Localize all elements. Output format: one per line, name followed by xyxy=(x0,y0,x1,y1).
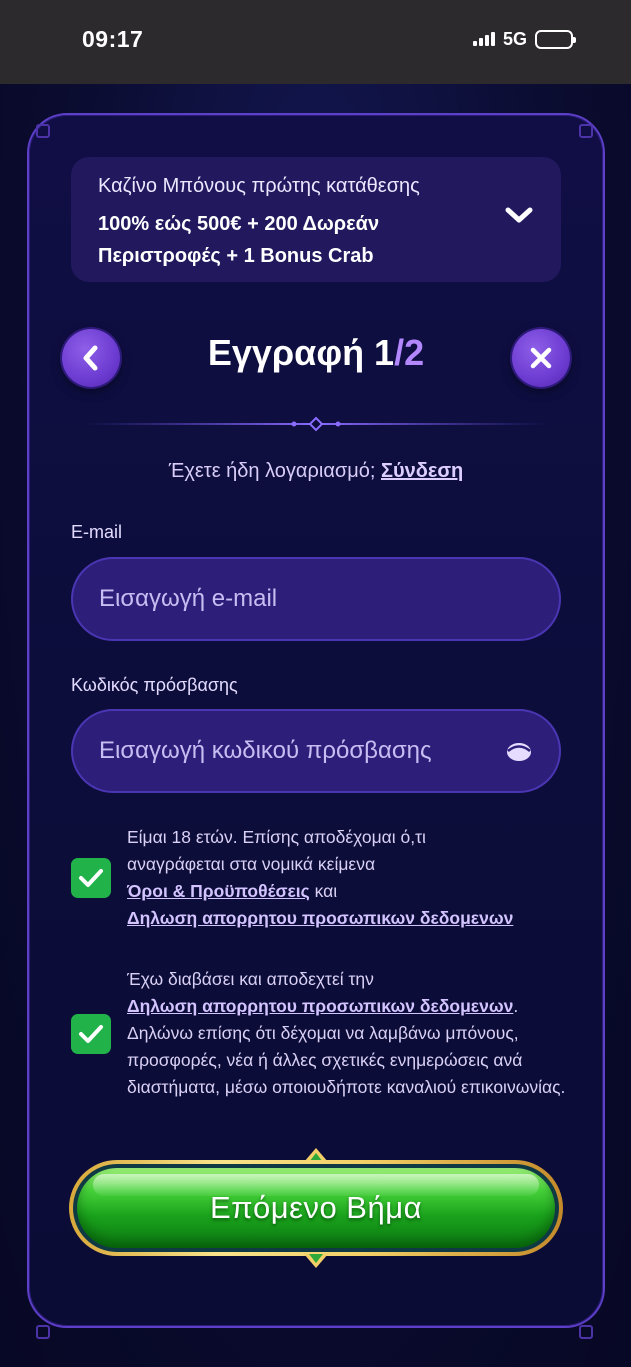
next-step-label: Επόμενο Βήμα xyxy=(209,1190,423,1225)
status-indicators: 5G xyxy=(472,28,576,50)
corner-ornament-icon xyxy=(579,1325,593,1339)
password-label: Κωδικός πρόσβασης xyxy=(71,675,238,695)
consent-and-text: και xyxy=(314,881,338,901)
email-input[interactable] xyxy=(99,585,533,613)
signal-icon xyxy=(472,32,495,46)
page-title-total: /2 xyxy=(394,332,425,373)
chevron-left-icon xyxy=(83,345,98,371)
consent-age-terms: Είμαι 18 ετών. Επίσης αποδέχομαι ό,τι αν… xyxy=(71,824,571,932)
bonus-line-1: 100% εώς 500€ + 200 Δωρεάν xyxy=(98,213,380,235)
close-icon xyxy=(530,347,552,369)
consent-age-line-1: Είμαι 18 ετών. Επίσης αποδέχομαι ό,τι xyxy=(127,827,426,847)
check-icon xyxy=(79,1024,103,1043)
corner-ornament-icon xyxy=(36,1325,50,1339)
login-prompt-text: Έχετε ήδη λογαριασμό; xyxy=(168,460,376,482)
bonus-title: Καζίνο Μπόνους πρώτης κατάθεσης xyxy=(98,175,420,197)
terms-link[interactable]: Όροι & Προϋποθέσεις xyxy=(127,881,310,901)
back-button[interactable] xyxy=(62,329,120,387)
next-step-button[interactable]: Επόμενο Βήμα xyxy=(69,1160,563,1256)
consent-marketing-rest: Δηλώνω επίσης ότι δέχομαι να λαμβάνω μπό… xyxy=(127,1023,566,1097)
consent-age-checkbox[interactable] xyxy=(71,858,111,898)
email-field[interactable] xyxy=(71,557,561,641)
gem-bottom-icon xyxy=(304,1254,328,1268)
chevron-down-icon[interactable] xyxy=(505,207,533,225)
privacy-link[interactable]: Δηλωση απορρητου προσωπικων δεδομενων xyxy=(127,908,513,928)
consent-marketing-period: . xyxy=(513,996,519,1016)
corner-ornament-icon xyxy=(579,124,593,138)
consent-marketing-checkbox[interactable] xyxy=(71,1013,111,1054)
consent-marketing-line-1: Έχω διαβάσει και αποδεχτεί την xyxy=(127,969,374,989)
close-button[interactable] xyxy=(512,329,570,387)
check-icon xyxy=(79,869,103,887)
network-type: 5G xyxy=(502,28,527,49)
email-label: E-mail xyxy=(71,522,123,542)
bonus-line-2: Περιστροφές + 1 Bonus Crab xyxy=(98,245,374,267)
login-prompt: Έχετε ήδη λογαριασμό; Σύνδεση xyxy=(27,460,605,483)
status-bar: 09:17 5G xyxy=(0,0,631,84)
battery-icon xyxy=(535,29,576,49)
page-title-step: Εγγραφή 1 xyxy=(207,332,395,373)
login-link[interactable]: Σύνδεση xyxy=(381,460,463,482)
eye-icon[interactable] xyxy=(505,740,533,762)
privacy-link-2[interactable]: Δηλωση απορρητου προσωπικων δεδομενων xyxy=(127,996,513,1016)
page-title: Εγγραφή 1/2 xyxy=(120,332,512,382)
consent-age-line-2: αναγράφεται στα νομικά κείμενα xyxy=(127,854,376,874)
status-time: 09:17 xyxy=(82,25,144,52)
password-field[interactable] xyxy=(71,709,561,793)
corner-ornament-icon xyxy=(36,124,50,138)
consent-marketing-text: Έχω διαβάσει και αποδεχτεί την Δηλωση απ… xyxy=(127,966,571,1101)
diamond-icon xyxy=(291,416,341,432)
consent-age-text: Είμαι 18 ετών. Επίσης αποδέχομαι ό,τι αν… xyxy=(127,824,513,932)
password-input[interactable] xyxy=(99,737,497,765)
bonus-offer-panel[interactable]: Καζίνο Μπόνους πρώτης κατάθεσης 100% εώς… xyxy=(71,157,561,282)
consent-marketing: Έχω διαβάσει και αποδεχτεί την Δηλωση απ… xyxy=(71,966,571,1101)
